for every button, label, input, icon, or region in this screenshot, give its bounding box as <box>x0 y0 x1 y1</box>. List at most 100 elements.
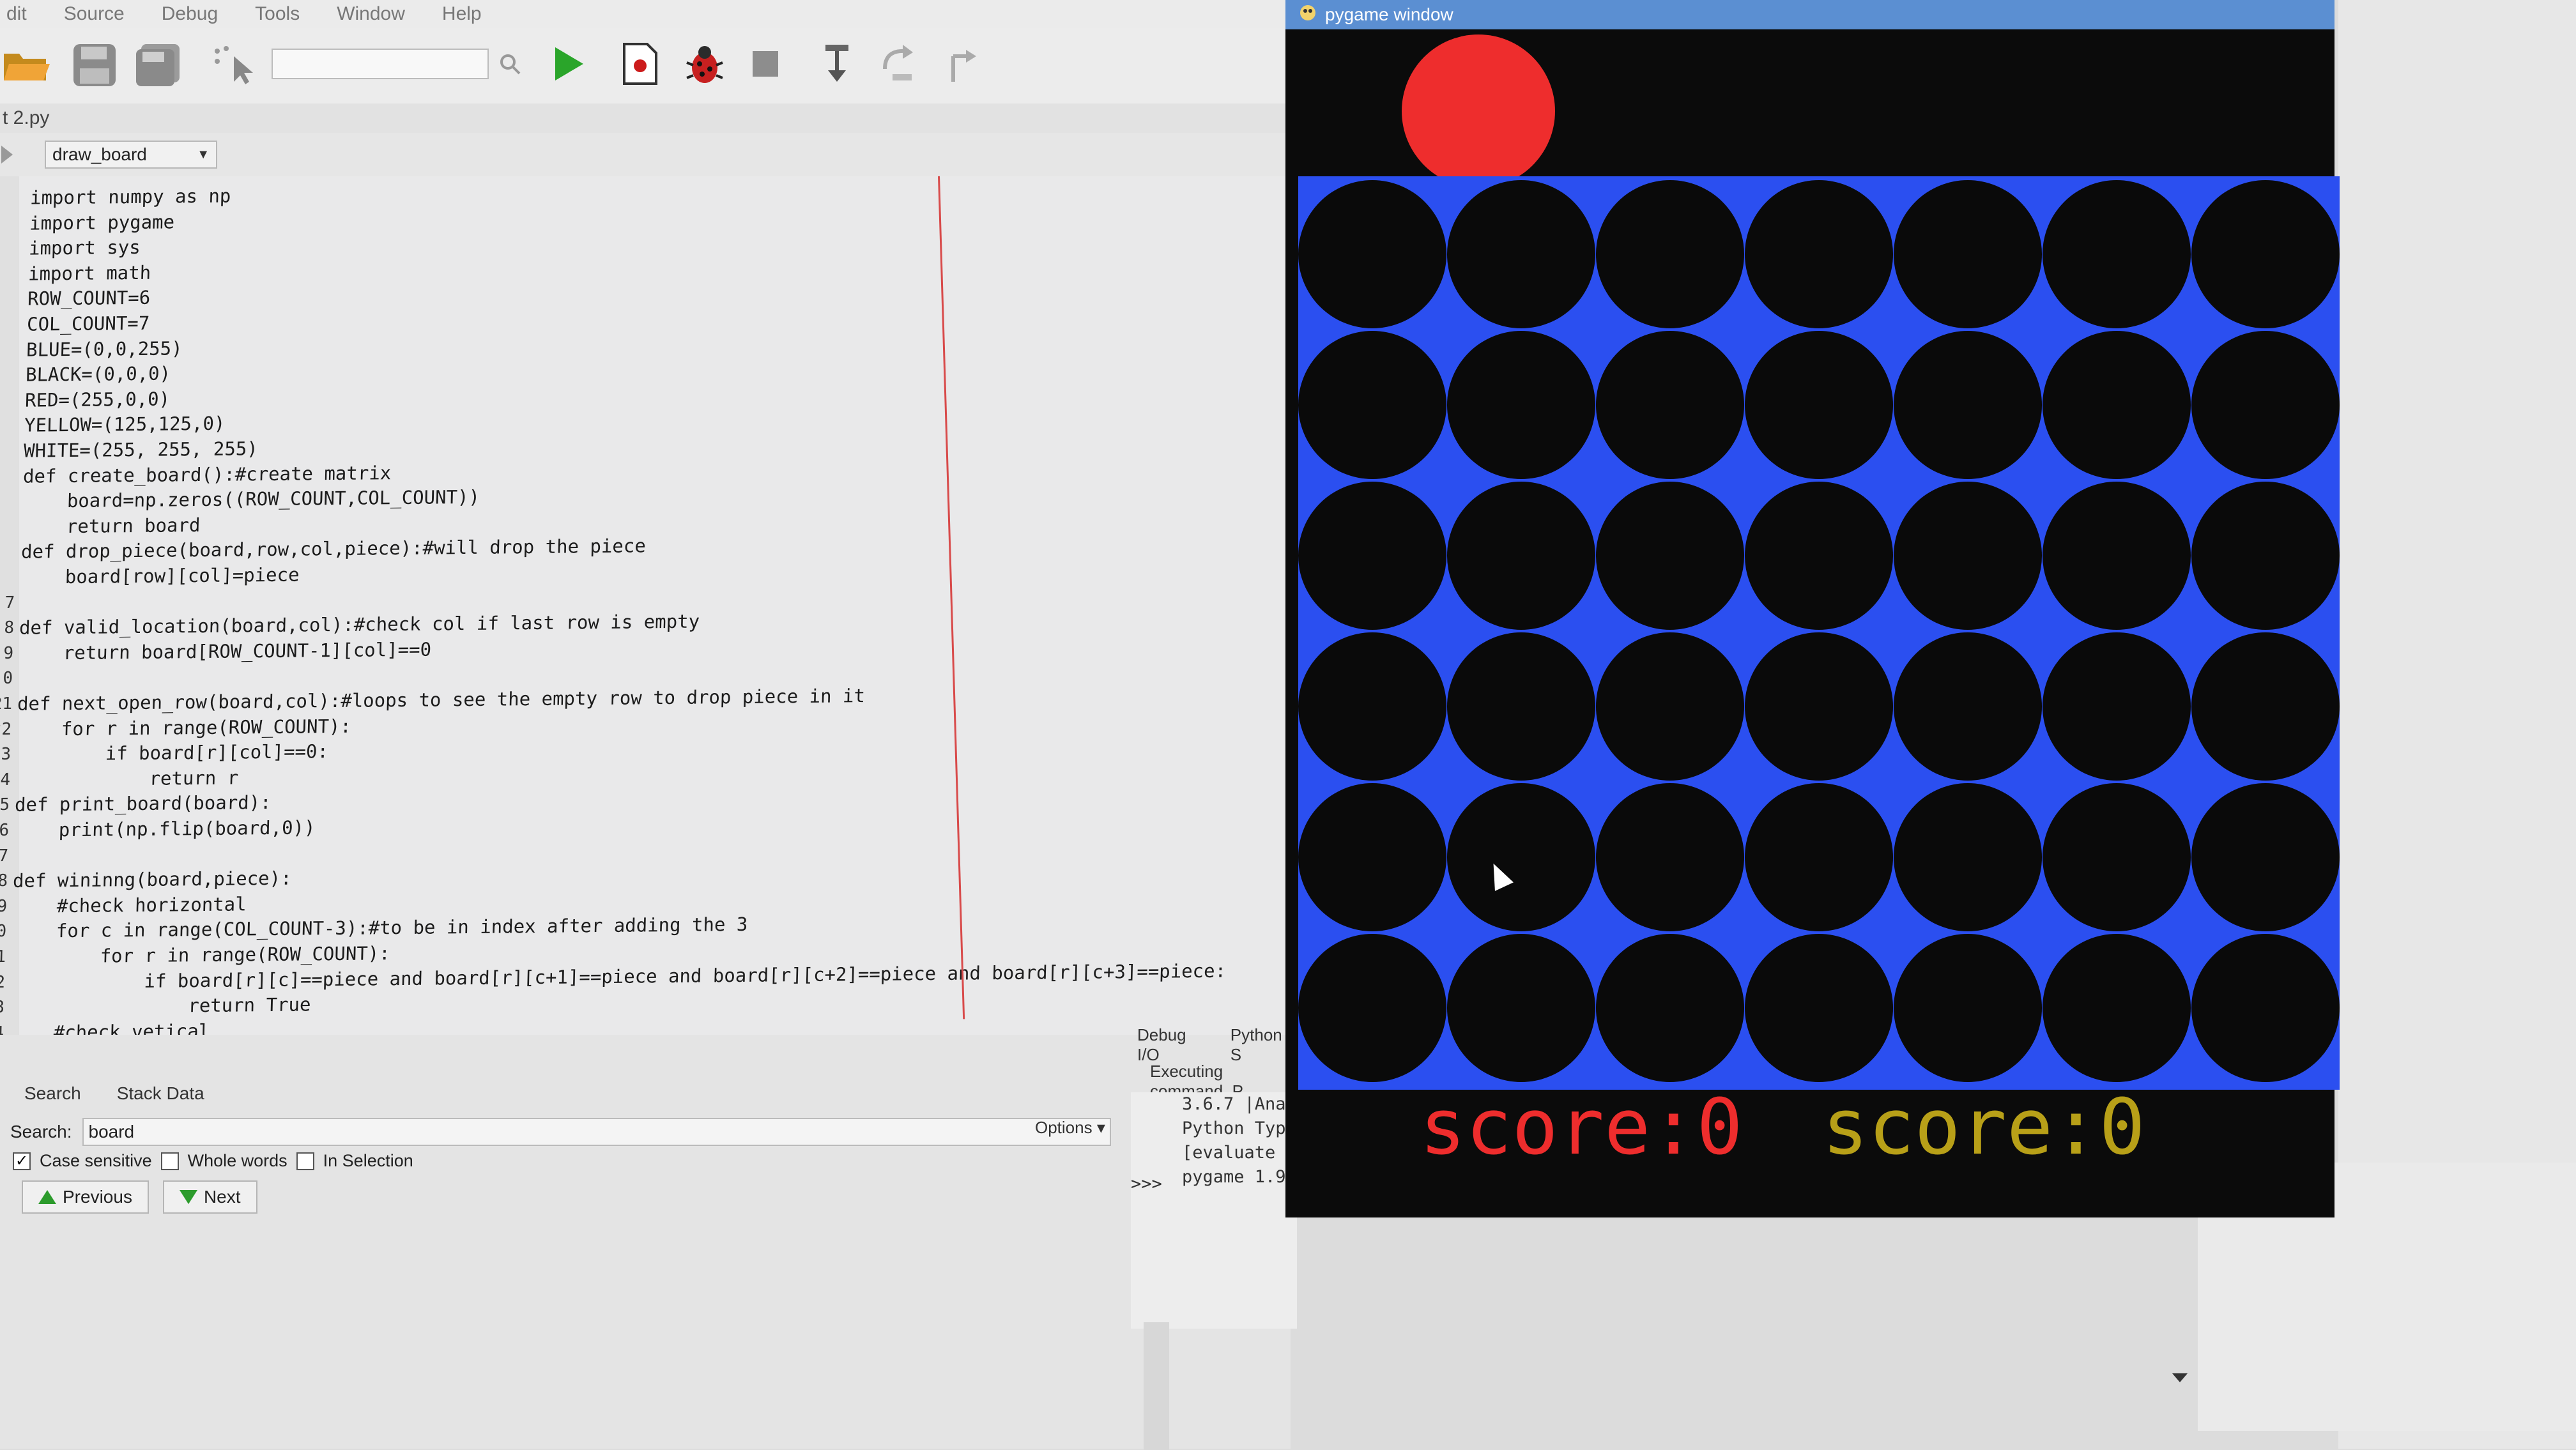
previous-button[interactable]: Previous <box>22 1180 149 1214</box>
board-slot-empty[interactable] <box>1894 180 2042 328</box>
code-line[interactable]: board[row][col]=piece <box>0 562 300 591</box>
code-line[interactable]: 0 <box>0 666 19 691</box>
code-line[interactable]: 7 <box>0 590 20 615</box>
step-over-icon[interactable] <box>878 42 919 87</box>
board-slot-empty[interactable] <box>1298 482 1446 630</box>
code-line[interactable]: def create_board():#create matrix <box>0 460 392 489</box>
code-line[interactable]: def drop_piece(board,row,col,piece):#wil… <box>0 533 646 565</box>
menu-item[interactable]: Help <box>442 3 482 25</box>
pygame-window-titlebar[interactable]: pygame window <box>1285 0 2334 29</box>
board-slot-empty[interactable] <box>1298 783 1446 931</box>
board-slot-empty[interactable] <box>2191 180 2340 328</box>
code-line[interactable]: import math <box>0 260 151 287</box>
board-slot-empty[interactable] <box>1447 632 1595 781</box>
board-slot-empty[interactable] <box>1447 180 1595 328</box>
board-slot-empty[interactable] <box>2191 331 2340 479</box>
board-slot-empty[interactable] <box>1894 783 2042 931</box>
board-slot-empty[interactable] <box>1447 783 1595 931</box>
board-slot-empty[interactable] <box>2043 632 2191 781</box>
code-line[interactable]: board=np.zeros((ROW_COUNT,COL_COUNT)) <box>0 484 480 514</box>
board-slot-empty[interactable] <box>2191 482 2340 630</box>
step-into-icon[interactable] <box>818 42 856 87</box>
debug-panel-tab[interactable]: Debug I/O <box>1137 1025 1205 1065</box>
step-out-icon[interactable] <box>939 42 980 87</box>
save-all-icon[interactable] <box>134 41 185 89</box>
code-line[interactable]: 29 #check horizontal <box>0 891 247 919</box>
board-slot-empty[interactable] <box>1745 934 1893 1082</box>
code-line[interactable]: BLACK=(0,0,0) <box>0 361 171 388</box>
code-line[interactable]: import pygame <box>0 209 175 236</box>
code-line[interactable]: WHITE=(255, 255, 255) <box>0 436 258 464</box>
search-input[interactable]: board <box>82 1118 1111 1146</box>
menu-item[interactable]: Tools <box>255 3 300 25</box>
toolbar-search-input[interactable] <box>272 49 489 79</box>
chevron-down-icon[interactable] <box>2172 1373 2188 1382</box>
whole-words-checkbox[interactable] <box>161 1152 179 1170</box>
code-line[interactable]: RED=(255,0,0) <box>0 386 171 413</box>
board-slot-empty[interactable] <box>1298 331 1446 479</box>
board-slot-empty[interactable] <box>2043 783 2191 931</box>
save-icon[interactable] <box>70 41 119 89</box>
board-slot-empty[interactable] <box>1298 632 1446 781</box>
board-slot-empty[interactable] <box>2043 180 2191 328</box>
board-slot-empty[interactable] <box>2191 632 2340 781</box>
connect-four-board[interactable] <box>1298 176 2340 1090</box>
board-slot-empty[interactable] <box>2043 331 2191 479</box>
board-slot-empty[interactable] <box>1596 180 1744 328</box>
board-slot-empty[interactable] <box>2043 934 2191 1082</box>
code-line[interactable]: 24 return r <box>0 765 239 793</box>
code-line[interactable]: import sys <box>0 234 141 261</box>
code-line[interactable]: ROW_COUNT=6 <box>0 285 151 312</box>
console-scrollbar[interactable] <box>1144 1322 1169 1450</box>
code-line[interactable]: 31 for r in range(ROW_COUNT): <box>0 940 390 970</box>
debug-panel-tab[interactable]: Python S <box>1230 1025 1291 1065</box>
board-slot-empty[interactable] <box>1447 482 1595 630</box>
board-slot-empty[interactable] <box>1894 934 2042 1082</box>
search-icon[interactable] <box>497 51 523 77</box>
function-selector[interactable]: draw_board ▼ <box>45 141 217 169</box>
file-tab[interactable]: t 2.py <box>0 103 1293 133</box>
debug-bug-icon[interactable] <box>684 42 726 87</box>
code-line[interactable]: 8def valid_location(board,col):#check co… <box>0 609 700 641</box>
board-slot-empty[interactable] <box>1596 632 1744 781</box>
code-editor[interactable]: import numpy as npimport pygameimport sy… <box>0 176 1291 1058</box>
pygame-canvas[interactable]: score:0 score:0 <box>1285 29 2334 1217</box>
python-console[interactable]: >>> 3.6.7 |AnaconPython Type "[evaluate … <box>1131 1092 1297 1329</box>
open-folder-icon[interactable] <box>3 42 51 86</box>
code-line[interactable]: 27 <box>0 843 14 868</box>
board-slot-empty[interactable] <box>2191 934 2340 1082</box>
menu-item[interactable]: Source <box>64 3 125 25</box>
collapse-arrow-icon[interactable] <box>1 146 13 164</box>
menu-item[interactable]: Window <box>337 3 405 25</box>
code-line[interactable]: return board <box>0 512 201 540</box>
next-button[interactable]: Next <box>163 1180 257 1214</box>
board-slot-empty[interactable] <box>1447 331 1595 479</box>
code-line[interactable]: 33 return True <box>0 992 311 1021</box>
in-selection-checkbox[interactable] <box>296 1152 314 1170</box>
menu-item[interactable]: dit <box>6 3 27 25</box>
options-dropdown[interactable]: Options ▾ <box>1035 1118 1105 1138</box>
code-line[interactable]: BLUE=(0,0,255) <box>0 335 183 363</box>
code-area[interactable]: import numpy as npimport pygameimport sy… <box>0 164 1278 1058</box>
code-line[interactable]: 23 if board[r][col]==0: <box>0 738 328 767</box>
board-slot-empty[interactable] <box>1596 331 1744 479</box>
board-slot-empty[interactable] <box>1745 632 1893 781</box>
board-slot-empty[interactable] <box>1596 783 1744 931</box>
search-panel-tab[interactable]: Stack Data <box>112 1080 210 1108</box>
code-line[interactable]: 25def print_board(board): <box>0 790 272 818</box>
breakpoint-icon[interactable] <box>618 41 661 87</box>
board-slot-empty[interactable] <box>2191 783 2340 931</box>
board-slot-empty[interactable] <box>1596 934 1744 1082</box>
stop-icon[interactable] <box>749 47 782 80</box>
board-slot-empty[interactable] <box>2043 482 2191 630</box>
board-slot-empty[interactable] <box>1894 331 2042 479</box>
code-line[interactable]: import numpy as np <box>0 183 231 211</box>
code-line[interactable]: COL_COUNT=7 <box>0 310 150 337</box>
search-panel-tab[interactable]: Search <box>19 1080 86 1108</box>
board-slot-empty[interactable] <box>1298 180 1446 328</box>
board-slot-empty[interactable] <box>1745 180 1893 328</box>
code-line[interactable]: 28def wininng(board,piece): <box>0 866 292 894</box>
case-sensitive-checkbox[interactable]: ✓ <box>13 1152 31 1170</box>
board-slot-empty[interactable] <box>1745 331 1893 479</box>
board-slot-empty[interactable] <box>1596 482 1744 630</box>
